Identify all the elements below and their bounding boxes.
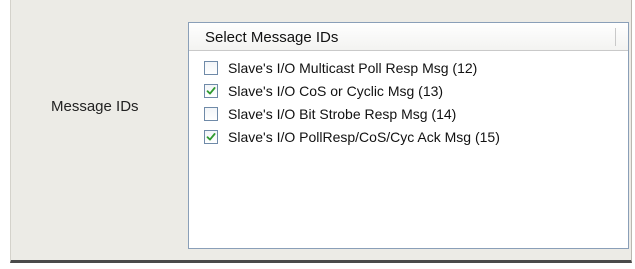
- list-item-msg-14[interactable]: Slave's I/O Bit Strobe Resp Msg (14): [189, 102, 628, 125]
- item-label-msg-13: Slave's I/O CoS or Cyclic Msg (13): [228, 82, 444, 99]
- header-divider: [615, 28, 616, 46]
- checkbox-msg-13[interactable]: [204, 83, 218, 98]
- checkbox-msg-15[interactable]: [204, 129, 218, 144]
- checkbox-msg-14[interactable]: [204, 106, 218, 121]
- item-label-msg-15: Slave's I/O PollResp/CoS/Cyc Ack Msg (15…: [228, 128, 500, 145]
- list-header-label: Select Message IDs: [205, 29, 339, 46]
- message-ids-label: Message IDs: [51, 98, 139, 115]
- checkbox-msg-12[interactable]: [204, 60, 218, 75]
- message-ids-panel: Message IDs Select Message IDs Slave's I…: [10, 0, 632, 263]
- check-mark-icon: [206, 132, 216, 140]
- list-header: Select Message IDs: [189, 23, 628, 51]
- item-label-msg-12: Slave's I/O Multicast Poll Resp Msg (12): [228, 59, 478, 76]
- list-items: Slave's I/O Multicast Poll Resp Msg (12)…: [189, 51, 628, 148]
- list-item-msg-15[interactable]: Slave's I/O PollResp/CoS/Cyc Ack Msg (15…: [189, 125, 628, 148]
- message-id-list[interactable]: Select Message IDs Slave's I/O Multicast…: [188, 22, 629, 249]
- list-item-msg-12[interactable]: Slave's I/O Multicast Poll Resp Msg (12): [189, 56, 628, 79]
- list-item-msg-13[interactable]: Slave's I/O CoS or Cyclic Msg (13): [189, 79, 628, 102]
- item-label-msg-14: Slave's I/O Bit Strobe Resp Msg (14): [228, 105, 457, 122]
- check-mark-icon: [206, 86, 216, 94]
